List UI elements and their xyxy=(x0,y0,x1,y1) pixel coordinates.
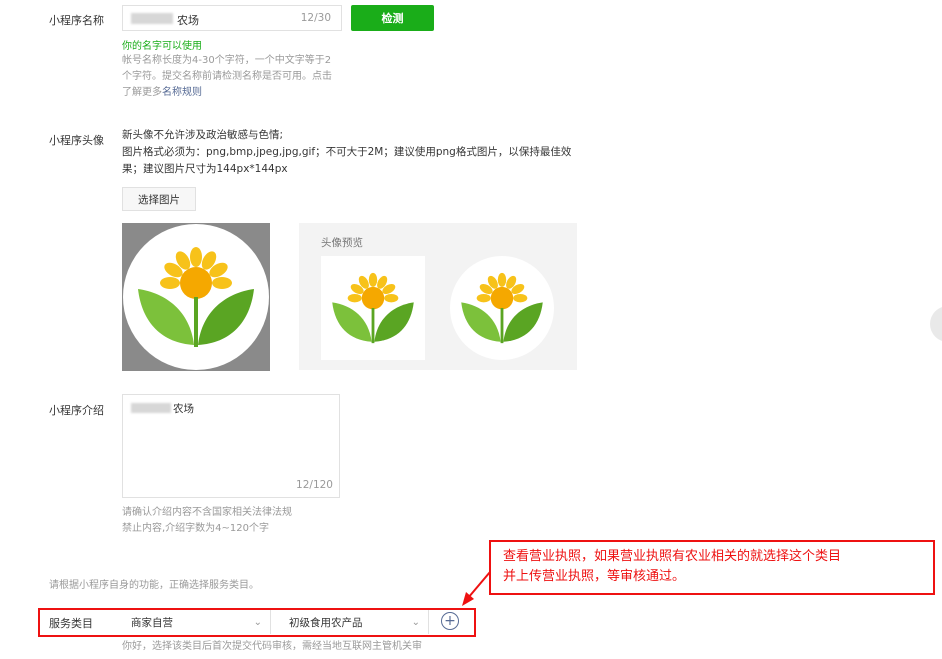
primary-category-value: 商家自营 xyxy=(131,616,173,629)
secondary-category-select[interactable]: 初级食用农产品 ⌄ xyxy=(281,610,429,634)
name-hint-line3: 了解更多 xyxy=(122,87,162,98)
name-ok-message: 你的名字可以使用 xyxy=(122,41,202,52)
intro-label: 小程序介绍 xyxy=(49,404,104,417)
blurred-intro-prefix xyxy=(131,403,171,413)
choose-image-button[interactable]: 选择图片 xyxy=(122,187,196,211)
red-arrow xyxy=(462,571,491,606)
intro-counter: 12/120 xyxy=(296,479,333,491)
avatar-rule-line1: 新头像不允许涉及政治敏感与色情; xyxy=(122,129,284,141)
category-label: 服务类目 xyxy=(49,617,93,630)
avatar-rule-line2: 图片格式必须为：png,bmp,jpeg,jpg,gif；不可大于2M；建议使用… xyxy=(122,146,572,158)
name-rules-link[interactable]: 名称规则 xyxy=(162,87,202,98)
chevron-down-icon: ⌄ xyxy=(411,616,420,628)
avatar-label: 小程序头像 xyxy=(49,134,104,147)
annotation-line2: 并上传营业执照，等审核通过。 xyxy=(503,569,686,584)
avatar-preview-panel: 头像预览 xyxy=(299,223,577,370)
avatar-preview-circle xyxy=(450,256,554,360)
name-input[interactable]: 农场 12/30 xyxy=(122,5,342,31)
chevron-down-icon: ⌄ xyxy=(253,616,262,628)
sunflower-logo xyxy=(123,224,269,370)
intro-text-value: 农场 xyxy=(173,403,194,415)
intro-hint-line1: 请确认介绍内容不含国家相关法律法规 xyxy=(122,507,292,518)
primary-category-select[interactable]: 商家自营 ⌄ xyxy=(123,610,271,634)
intro-hint-line2: 禁止内容,介绍字数为4~120个字 xyxy=(122,523,270,534)
name-label: 小程序名称 xyxy=(49,14,104,27)
name-hint-line2: 个字符。提交名称前请检测名称是否可用。点击 xyxy=(122,71,332,82)
sunflower-logo-square xyxy=(332,272,414,344)
annotation-line1: 查看营业执照，如果营业执照有农业相关的就选择这个类目 xyxy=(503,549,842,564)
secondary-category-value: 初级食用农产品 xyxy=(289,616,363,629)
blurred-name-prefix xyxy=(131,13,173,24)
sunflower-logo-circle xyxy=(461,272,543,344)
name-hint: 帐号名称长度为4-30个字符，一个中文字等于2 个字符。提交名称前请检测名称是否… xyxy=(122,53,332,101)
avatar-preview-title: 头像预览 xyxy=(321,237,363,249)
category-intro: 请根据小程序自身的功能，正确选择服务类目。 xyxy=(49,580,259,591)
name-hint-line1: 帐号名称长度为4-30个字符，一个中文字等于2 xyxy=(122,55,332,66)
intro-hint: 请确认介绍内容不含国家相关法律法规 禁止内容,介绍字数为4~120个字 xyxy=(122,505,292,537)
name-counter: 12/30 xyxy=(300,12,331,24)
category-footer: 你好，选择该类目后首次提交代码审核，需经当地互联网主管机关审 xyxy=(122,641,422,652)
avatar-rules: 新头像不允许涉及政治敏感与色情; 图片格式必须为：png,bmp,jpeg,jp… xyxy=(122,127,571,178)
add-circle-icon[interactable]: + xyxy=(441,612,459,630)
avatar-preview-square xyxy=(321,256,425,360)
annotation-box: 查看营业执照，如果营业执照有农业相关的就选择这个类目 并上传营业执照，等审核通过… xyxy=(489,540,935,595)
avatar-crop-area[interactable] xyxy=(122,223,270,371)
avatar-rule-line3: 果；建议图片尺寸为144px*144px xyxy=(122,163,288,175)
side-scroll-handle[interactable] xyxy=(930,306,942,342)
check-button[interactable]: 检测 xyxy=(351,5,434,31)
intro-textarea[interactable]: 农场 12/120 xyxy=(122,394,340,498)
name-input-value: 农场 xyxy=(177,14,199,27)
